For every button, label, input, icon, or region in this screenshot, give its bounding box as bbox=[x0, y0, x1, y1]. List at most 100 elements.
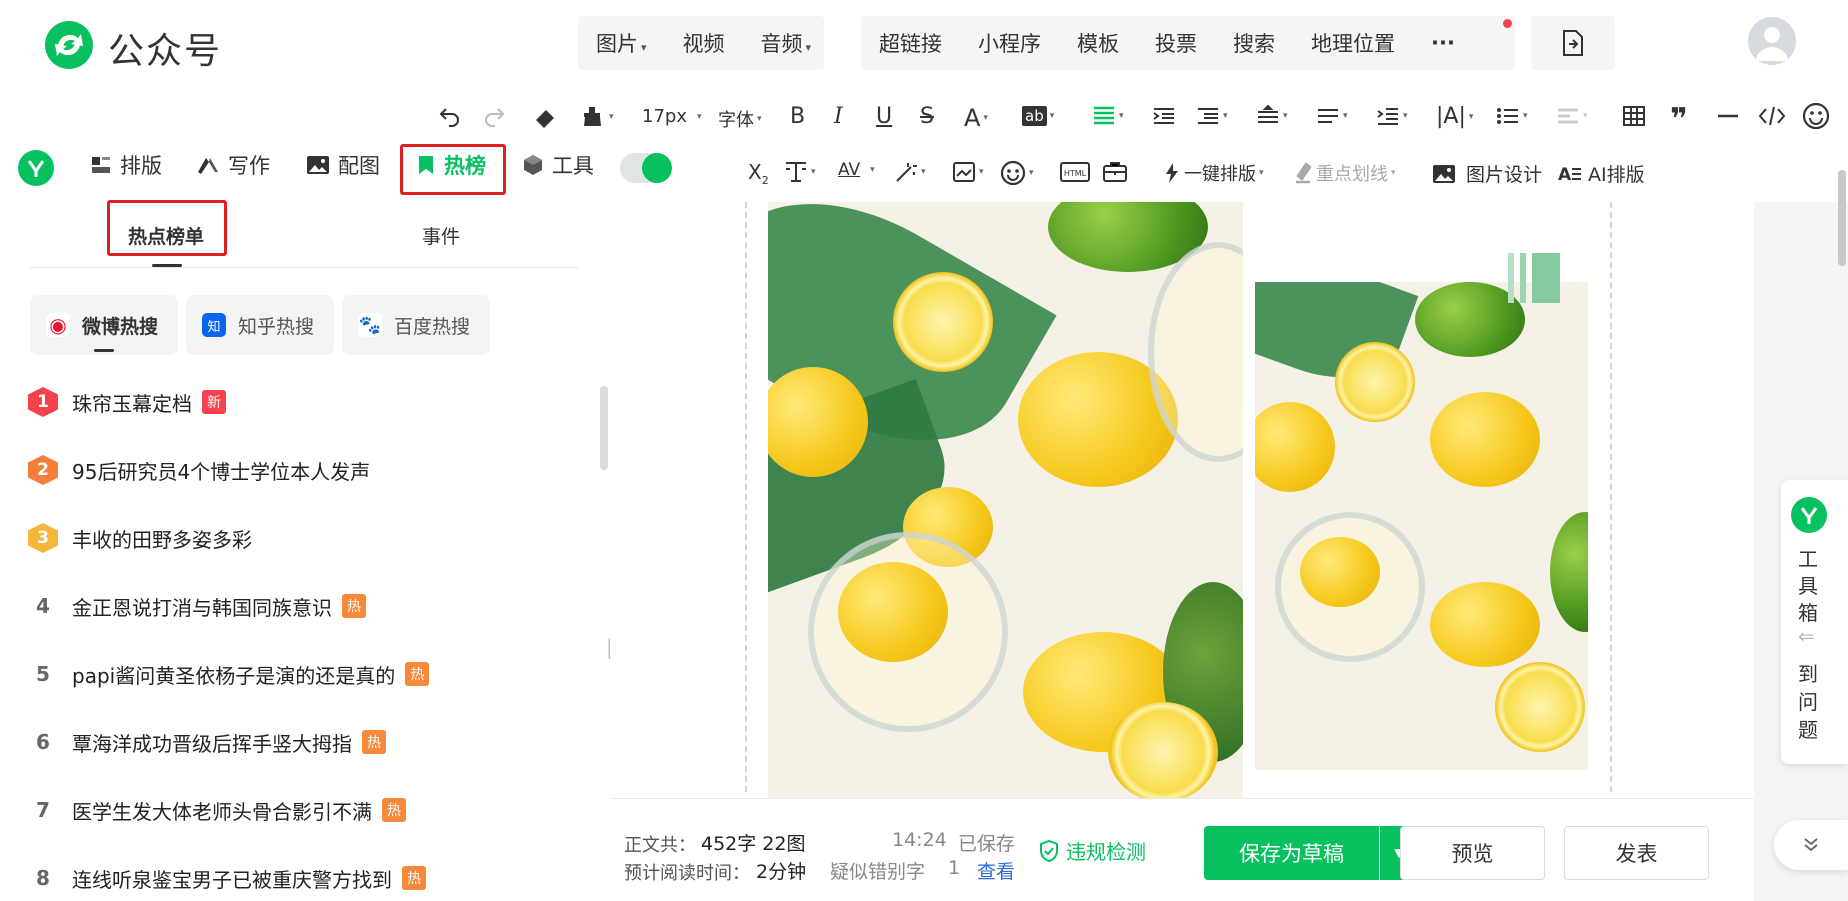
user-icon bbox=[1756, 27, 1788, 61]
tab-layout[interactable]: 排版 bbox=[90, 150, 162, 180]
sticker-button[interactable]: ▾ bbox=[1000, 160, 1034, 186]
line-height-button[interactable]: ▾ bbox=[1256, 104, 1288, 128]
tab-tools[interactable]: 工具 bbox=[522, 150, 594, 180]
toolbox-button[interactable] bbox=[1102, 160, 1128, 184]
toolbox-label-1: 工 bbox=[1798, 547, 1818, 571]
view-typos-link[interactable]: 查看 bbox=[977, 857, 1015, 884]
preview-button[interactable]: 预览 bbox=[1400, 826, 1545, 880]
lemon-photo-2[interactable] bbox=[1255, 282, 1588, 770]
publish-button[interactable]: 发表 bbox=[1564, 826, 1709, 880]
highlight-line-button[interactable]: 重点划线 ▾ bbox=[1294, 160, 1396, 186]
font-size-select[interactable]: 17px ▾ bbox=[642, 106, 702, 127]
user-avatar[interactable] bbox=[1748, 17, 1796, 65]
image-tool-button[interactable]: ▾ bbox=[952, 160, 984, 184]
hot-list-item[interactable]: 5 papi酱问黄圣依杨子是演的还是真的热 bbox=[28, 656, 430, 692]
hot-list-item[interactable]: 4 金正恩说打消与韩国同族意识热 bbox=[28, 588, 366, 624]
plugin-logo[interactable] bbox=[18, 150, 54, 186]
more-button[interactable]: ··· bbox=[1413, 31, 1473, 55]
list-indent-button[interactable]: ▾ bbox=[1376, 104, 1408, 128]
tab-writing[interactable]: 写作 bbox=[196, 150, 270, 180]
plugin-toggle-switch[interactable] bbox=[620, 153, 672, 183]
format-painter-button[interactable]: ▾ bbox=[580, 104, 614, 130]
hot-rank-badge: 2 bbox=[28, 455, 58, 485]
quote-button[interactable]: ❞ bbox=[1670, 102, 1688, 137]
hot-item-title: papi酱问黄圣依杨子是演的还是真的 bbox=[72, 663, 396, 688]
indent-button[interactable] bbox=[1152, 104, 1176, 128]
redo-button[interactable] bbox=[482, 104, 506, 128]
hot-rank-badge: 3 bbox=[28, 523, 58, 553]
insert-audio-button[interactable]: 音频 ▾ bbox=[743, 28, 830, 58]
save-draft-button[interactable]: 保存为草稿 bbox=[1204, 826, 1379, 880]
collapse-button[interactable] bbox=[1774, 820, 1848, 870]
hot-list-item[interactable]: 2 95后研究员4个博士学位本人发声 bbox=[28, 452, 370, 488]
feedback-label-2: 问 bbox=[1798, 690, 1818, 714]
source-baidu-chip[interactable]: 🐾 百度热搜 bbox=[342, 295, 490, 355]
tab-events[interactable]: 事件 bbox=[422, 222, 460, 249]
baidu-paw-icon: 🐾 bbox=[358, 313, 382, 337]
smile-icon bbox=[1802, 102, 1830, 130]
source-zhihu-chip[interactable]: 知 知乎热搜 bbox=[186, 295, 334, 355]
insert-miniprogram-button[interactable]: 小程序 bbox=[960, 28, 1059, 58]
letter-spacing-icon: |A| bbox=[1436, 104, 1466, 129]
hot-list-item[interactable]: 3 丰收的田野多姿多彩 bbox=[28, 520, 252, 556]
hot-list-item[interactable]: 8 连线听泉鉴宝男子已被重庆警方找到热 bbox=[28, 860, 426, 896]
insert-vote-button[interactable]: 投票 bbox=[1137, 28, 1215, 58]
import-article-button[interactable] bbox=[1531, 16, 1615, 70]
font-family-select[interactable]: 字体 ▾ bbox=[718, 106, 762, 132]
disabled-format-button[interactable]: ▾ bbox=[1556, 104, 1588, 128]
page-scrollbar[interactable] bbox=[1838, 170, 1846, 266]
background-color-button[interactable]: ab ▾ bbox=[1022, 106, 1054, 126]
letter-spacing-button[interactable]: |A| ▾ bbox=[1436, 104, 1473, 129]
hot-list-scrollbar[interactable] bbox=[600, 386, 608, 470]
underline-button[interactable]: U bbox=[876, 104, 892, 129]
insert-video-button[interactable]: 视频 bbox=[665, 28, 743, 58]
italic-button[interactable]: I bbox=[834, 104, 843, 129]
hot-list-item[interactable]: 7 医学生发大体老师头骨合影引不满热 bbox=[28, 792, 406, 828]
bullet-list-button[interactable]: ▾ bbox=[1496, 104, 1528, 128]
one-click-layout-button[interactable]: 一键排版 ▾ bbox=[1164, 160, 1264, 186]
image-design-button[interactable]: 图片设计 bbox=[1432, 160, 1542, 187]
hot-tag-badge: 热 bbox=[382, 798, 406, 822]
lemon-photo-1[interactable] bbox=[768, 202, 1243, 798]
violation-check-button[interactable]: 违规检测 bbox=[1038, 836, 1146, 865]
top-header: 公众号 图片 ▾ 视频 音频 ▾ 超链接 小程序 模板 投票 搜索 地理位置 ··· bbox=[0, 0, 1848, 84]
clear-format-button[interactable] bbox=[532, 104, 558, 130]
bold-button[interactable]: B bbox=[790, 104, 805, 129]
tab-images[interactable]: 配图 bbox=[306, 150, 380, 180]
paragraph-spacing-button[interactable]: ▾ bbox=[1196, 104, 1228, 128]
insert-table-button[interactable] bbox=[1622, 104, 1646, 128]
saved-status: 已保存 bbox=[958, 833, 1016, 855]
hot-item-title: 95后研究员4个博士学位本人发声 bbox=[72, 459, 371, 484]
insert-search-button[interactable]: 搜索 bbox=[1215, 28, 1293, 58]
undo-button[interactable] bbox=[438, 104, 462, 128]
font-color-button[interactable]: A ▾ bbox=[964, 104, 988, 132]
subscript-button[interactable]: X2 bbox=[748, 160, 769, 187]
insert-image-button[interactable]: 图片 ▾ bbox=[578, 28, 665, 58]
tab-hot-highlight bbox=[400, 144, 506, 195]
char-spacing-button[interactable]: AV ▾ bbox=[838, 160, 875, 180]
read-time-label: 预计阅读时间： bbox=[624, 863, 750, 884]
insert-link-button[interactable]: 超链接 bbox=[861, 28, 960, 58]
emoji-button[interactable] bbox=[1802, 102, 1830, 130]
toolbox-label-2: 具 bbox=[1798, 574, 1818, 598]
italic-icon: I bbox=[834, 104, 843, 129]
hot-list-item[interactable]: 1 珠帘玉幕定档新 bbox=[28, 384, 226, 420]
vertical-align-button[interactable]: ▾ bbox=[784, 160, 816, 184]
shield-check-icon bbox=[1040, 839, 1058, 862]
code-button[interactable] bbox=[1758, 104, 1786, 128]
align-button[interactable]: ▾ bbox=[1092, 104, 1124, 128]
hot-list-item[interactable]: 6 覃海洋成功晋级后挥手竖大拇指热 bbox=[28, 724, 386, 760]
strikethrough-button[interactable]: S bbox=[920, 104, 934, 129]
magic-button[interactable]: ▾ bbox=[894, 160, 926, 184]
ai-layout-button[interactable]: A AI排版 bbox=[1558, 160, 1645, 187]
source-weibo-chip[interactable]: ◉ 微博热搜 bbox=[30, 295, 178, 355]
divider-button[interactable] bbox=[1716, 104, 1740, 128]
html-button[interactable]: HTML bbox=[1060, 160, 1090, 184]
char-spacing-icon: AV bbox=[838, 160, 861, 180]
insert-location-button[interactable]: 地理位置 bbox=[1293, 28, 1413, 58]
hot-tag-badge: 热 bbox=[362, 730, 386, 754]
bullet-list-icon bbox=[1497, 108, 1518, 124]
media-insert-group: 图片 ▾ 视频 音频 ▾ bbox=[578, 16, 824, 70]
text-indent-button[interactable]: ▾ bbox=[1316, 104, 1348, 128]
insert-template-button[interactable]: 模板 bbox=[1059, 28, 1137, 58]
